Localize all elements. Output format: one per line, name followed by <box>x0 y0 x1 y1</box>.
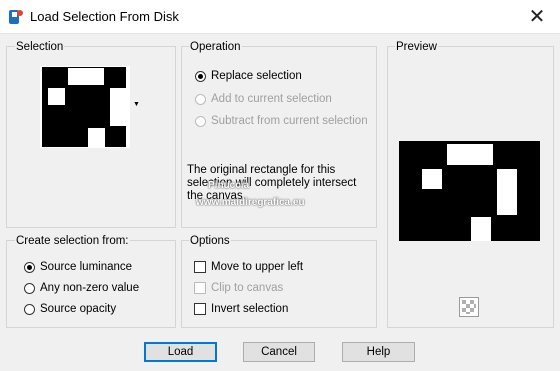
radio-label: Source opacity <box>40 303 117 315</box>
radio-label: Add to current selection <box>211 93 332 105</box>
replace-selection-radio[interactable]: Replace selection <box>195 70 302 82</box>
radio-button[interactable] <box>195 115 206 127</box>
radio-button[interactable] <box>195 70 206 82</box>
checkbox-label: Clip to canvas <box>211 282 284 294</box>
checkbox[interactable] <box>194 282 206 294</box>
radio-label: Subtract from current selection <box>211 115 368 127</box>
subtract-selection-radio[interactable]: Subtract from current selection <box>195 115 368 127</box>
dropdown-arrow-icon[interactable]: ▼ <box>133 101 140 108</box>
watermark-line2: www.maidiregrafica.eu <box>196 197 305 208</box>
preview-group-label: Preview <box>395 41 438 53</box>
radio-label: Source luminance <box>40 261 133 273</box>
checkbox-label: Move to upper left <box>211 261 304 273</box>
move-to-upper-left-checkbox[interactable]: Move to upper left <box>194 261 303 273</box>
radio-button[interactable] <box>24 303 35 315</box>
checkbox-label: Invert selection <box>211 303 289 315</box>
window-title: Load Selection From Disk <box>30 9 179 24</box>
title-bar: Load Selection From Disk ✕ <box>0 0 560 34</box>
paintshop-app-icon <box>9 10 23 24</box>
watermark-line1: Pinuccia <box>208 180 250 191</box>
radio-button[interactable] <box>24 282 35 294</box>
source-luminance-radio[interactable]: Source luminance <box>24 261 132 273</box>
radio-button[interactable] <box>24 261 35 273</box>
invert-selection-checkbox[interactable]: Invert selection <box>194 303 288 315</box>
add-to-selection-radio[interactable]: Add to current selection <box>195 93 332 105</box>
selection-thumbnail[interactable] <box>40 66 130 148</box>
selection-group-label: Selection <box>15 41 65 53</box>
load-button[interactable]: Load <box>144 342 217 362</box>
transparency-toggle-icon[interactable] <box>459 297 479 317</box>
operation-group-label: Operation <box>189 41 242 53</box>
radio-button[interactable] <box>195 93 206 105</box>
preview-image <box>399 141 540 241</box>
create-from-group-label: Create selection from: <box>15 235 130 247</box>
radio-label: Replace selection <box>211 70 302 82</box>
radio-label: Any non-zero value <box>40 282 140 294</box>
options-group-label: Options <box>189 235 231 247</box>
source-opacity-radio[interactable]: Source opacity <box>24 303 116 315</box>
watermark: Pinuccia www.maidiregrafica.eu <box>160 180 305 208</box>
checkbox[interactable] <box>194 261 206 273</box>
any-non-zero-radio[interactable]: Any non-zero value <box>24 282 139 294</box>
clip-to-canvas-checkbox[interactable]: Clip to canvas <box>194 282 283 294</box>
close-button[interactable]: ✕ <box>514 0 560 33</box>
help-button[interactable]: Help <box>342 342 415 362</box>
cancel-button[interactable]: Cancel <box>243 342 315 362</box>
checkbox[interactable] <box>194 303 206 315</box>
